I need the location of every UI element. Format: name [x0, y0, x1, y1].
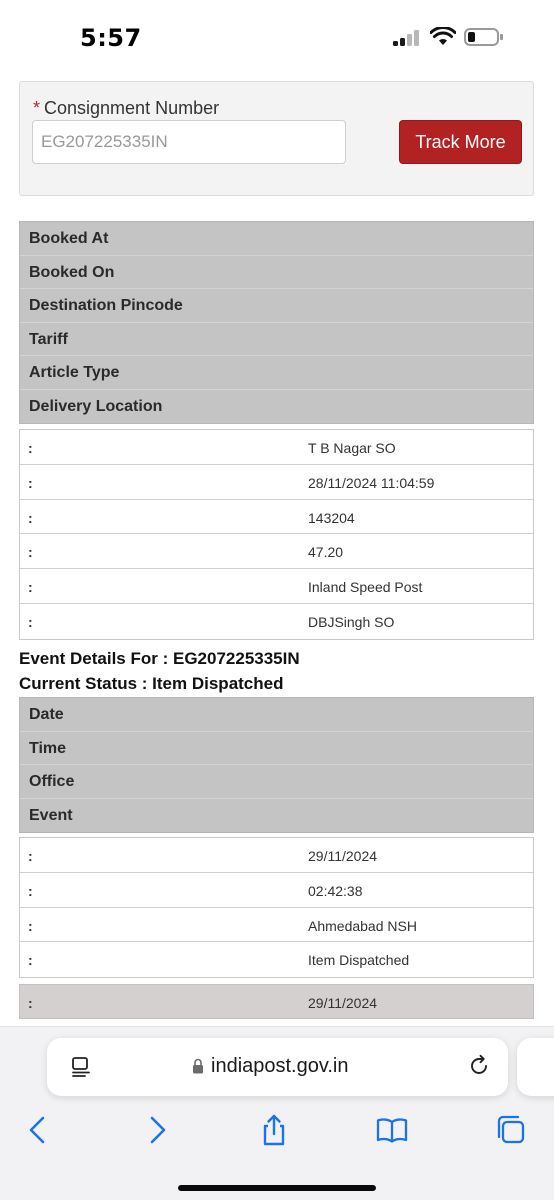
row-colon: : — [28, 952, 33, 969]
header-destination-pincode: Destination Pincode — [20, 289, 533, 323]
event-value: Item Dispatched — [308, 952, 410, 969]
row-colon: : — [28, 474, 33, 491]
table-row: : Inland Speed Post — [20, 569, 533, 604]
tabs-icon[interactable] — [494, 1113, 528, 1147]
row-colon: : — [28, 995, 33, 1011]
tracking-form: *Consignment Number Track More — [19, 81, 534, 196]
table-row: : 28/11/2024 11:04:59 — [20, 465, 533, 500]
table-row: : 47.20 — [20, 534, 533, 570]
page-menu-icon[interactable] — [69, 1055, 93, 1079]
event-time-value: 02:42:38 — [308, 882, 363, 899]
event-values-table: : 29/11/2024 : 02:42:38 : Ahmedabad NSH : It… — [19, 837, 534, 979]
row-colon: : — [28, 613, 33, 630]
row-colon: : — [28, 440, 33, 456]
required-mark: * — [33, 98, 41, 118]
article-type-value: Inland Speed Post — [308, 579, 423, 596]
forward-icon[interactable] — [140, 1113, 174, 1147]
consignment-number-input[interactable] — [32, 120, 346, 164]
table-row: : 02:42:38 — [20, 873, 533, 908]
row-colon: : — [28, 509, 33, 526]
reload-icon[interactable] — [467, 1054, 491, 1078]
booked-on-value: 28/11/2024 11:04:59 — [308, 474, 435, 491]
row-colon: : — [28, 917, 33, 934]
status-bar: 5:57 — [0, 0, 554, 76]
table-row: : 143204 — [20, 500, 533, 535]
cellular-signal-icon — [393, 30, 421, 46]
next-event-date-value: 29/11/2024 — [308, 995, 378, 1011]
row-colon: : — [28, 882, 33, 899]
row-colon: : — [28, 544, 33, 561]
booking-values-table: : T B Nagar SO : 28/11/2024 11:04:59 : 1432… — [19, 429, 534, 640]
header-delivery-location: Delivery Location — [29, 397, 163, 415]
table-row: : Item Dispatched — [20, 942, 533, 977]
event-date-value: 29/11/2024 — [308, 848, 378, 864]
next-tab-preview[interactable] — [517, 1038, 554, 1096]
event-details-title: Event Details For : EG207225335IN — [19, 649, 300, 668]
browser-toolbar: indiapost.gov.in — [0, 1026, 554, 1200]
row-colon: : — [28, 579, 33, 596]
header-time: Time — [20, 732, 533, 765]
url-text: indiapost.gov.in — [211, 1055, 349, 1077]
booking-header-table: Booked At Booked On Destination Pincode … — [19, 221, 534, 424]
track-more-button[interactable]: Track More — [399, 120, 522, 164]
bookmarks-icon[interactable] — [375, 1113, 409, 1147]
share-icon[interactable] — [257, 1113, 291, 1147]
destination-pincode-value: 143204 — [308, 509, 355, 526]
header-booked-on: Booked On — [20, 256, 533, 289]
battery-icon — [464, 28, 503, 46]
header-article-type: Article Type — [20, 356, 533, 390]
table-row: : 29/11/2024 — [20, 838, 533, 873]
lock-icon — [193, 1058, 203, 1074]
consignment-label: * Consignment Number — [33, 98, 219, 119]
event-header-table: Date Time Office Event — [19, 697, 534, 833]
header-office: Office — [20, 765, 533, 799]
tariff-value: 47.20 — [308, 544, 344, 561]
home-indicator — [178, 1185, 376, 1191]
wifi-icon — [430, 27, 456, 45]
header-tariff: Tariff — [20, 323, 533, 356]
event-office-value: Ahmedabad NSH — [308, 917, 417, 934]
table-row: : 29/11/2024 — [19, 984, 534, 1019]
table-row: : DBJSingh SO — [20, 604, 533, 639]
table-row: : T B Nagar SO — [20, 430, 533, 465]
header-date: Date — [20, 698, 533, 732]
consignment-label-text: Consignment Number — [44, 98, 220, 118]
header-booked-at: Booked At — [20, 222, 533, 256]
back-icon[interactable] — [21, 1113, 55, 1147]
status-time: 5:57 — [80, 24, 142, 52]
booked-at-value: T B Nagar SO — [308, 440, 396, 456]
header-event: Event — [29, 806, 73, 824]
address-bar[interactable]: indiapost.gov.in — [47, 1038, 508, 1096]
delivery-location-value: DBJSingh SO — [308, 613, 395, 630]
row-colon: : — [28, 848, 33, 864]
table-row: : Ahmedabad NSH — [20, 908, 533, 943]
current-status-title: Current Status : Item Dispatched — [19, 674, 284, 693]
